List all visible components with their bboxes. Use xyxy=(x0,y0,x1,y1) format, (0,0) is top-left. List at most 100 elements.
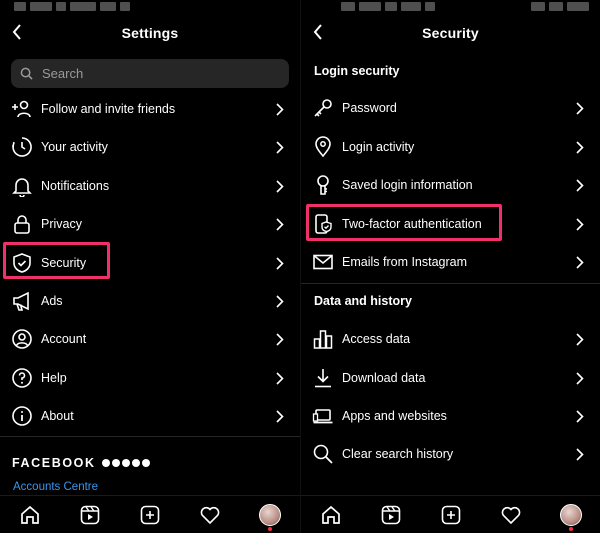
help-icon xyxy=(11,367,33,389)
status-bar xyxy=(301,0,600,14)
notification-dot xyxy=(268,527,272,531)
settings-item-privacy[interactable]: Privacy xyxy=(0,205,300,243)
add-person-icon xyxy=(11,98,33,120)
chevron-right-icon xyxy=(576,332,586,346)
mail-icon xyxy=(312,251,334,273)
megaphone-icon xyxy=(11,290,33,312)
home-icon[interactable] xyxy=(19,504,41,526)
security-item-two-factor[interactable]: Two-factor authentication xyxy=(301,205,600,243)
activity-clock-icon xyxy=(11,136,33,158)
security-item-label: Apps and websites xyxy=(342,409,447,423)
chevron-right-icon xyxy=(576,371,586,385)
shield-icon xyxy=(11,252,33,274)
chevron-right-icon xyxy=(576,255,586,269)
security-item-label: Login activity xyxy=(342,140,415,154)
settings-item-notifications[interactable]: Notifications xyxy=(0,167,300,205)
page-title: Security xyxy=(422,25,479,41)
settings-app-bar: Settings xyxy=(0,14,300,52)
new-post-icon[interactable] xyxy=(440,504,462,526)
security-item-label: Download data xyxy=(342,371,426,385)
page-title: Settings xyxy=(121,25,179,41)
download-icon xyxy=(312,367,334,389)
chevron-right-icon xyxy=(576,409,586,423)
new-post-icon[interactable] xyxy=(139,504,161,526)
profile-tab[interactable] xyxy=(560,504,582,531)
settings-item-your-activity[interactable]: Your activity xyxy=(0,128,300,166)
meta-apps-icons xyxy=(101,459,150,467)
settings-item-label: Help xyxy=(41,371,67,385)
security-item-apps-websites[interactable]: Apps and websites xyxy=(301,397,600,435)
heart-icon[interactable] xyxy=(500,504,522,526)
settings-item-label: Privacy xyxy=(41,217,82,231)
settings-item-account[interactable]: Account xyxy=(0,320,300,358)
settings-item-label: Notifications xyxy=(41,179,110,193)
settings-item-help[interactable]: Help xyxy=(0,359,300,397)
settings-item-label: Account xyxy=(41,332,87,346)
search-placeholder: Search xyxy=(42,66,84,81)
heart-icon[interactable] xyxy=(199,504,221,526)
settings-item-label: Security xyxy=(41,256,87,270)
divider xyxy=(0,436,300,437)
settings-item-label: Your activity xyxy=(41,140,108,154)
security-item-label: Access data xyxy=(342,332,411,346)
settings-screen: Settings Search Follow and invite friend… xyxy=(0,0,300,533)
security-item-emails[interactable]: Emails from Instagram xyxy=(301,243,600,281)
settings-item-label: About xyxy=(41,409,74,423)
security-screen: Security Login security Password Login a… xyxy=(300,0,600,533)
user-circle-icon xyxy=(11,328,33,350)
chevron-right-icon xyxy=(276,140,286,154)
search-icon xyxy=(20,67,33,80)
security-item-clear-search[interactable]: Clear search history xyxy=(301,435,600,473)
avatar xyxy=(259,504,281,526)
settings-item-follow-invite[interactable]: Follow and invite friends xyxy=(0,90,300,128)
security-item-label: Saved login information xyxy=(342,178,473,192)
bottom-tab-bar xyxy=(0,495,300,533)
security-item-label: Two-factor authentication xyxy=(342,217,482,231)
chevron-right-icon xyxy=(276,409,286,423)
laptop-icon xyxy=(312,405,334,427)
security-item-login-activity[interactable]: Login activity xyxy=(301,128,600,166)
settings-item-label: Ads xyxy=(41,294,63,308)
section-header-login-security: Login security xyxy=(314,64,400,78)
security-item-access-data[interactable]: Access data xyxy=(301,320,600,358)
bottom-tab-bar xyxy=(301,495,600,533)
chevron-right-icon xyxy=(576,178,586,192)
security-item-download-data[interactable]: Download data xyxy=(301,359,600,397)
info-icon xyxy=(11,405,33,427)
chevron-right-icon xyxy=(276,332,286,346)
chevron-right-icon xyxy=(276,371,286,385)
security-item-label: Password xyxy=(342,101,397,115)
section-header-data-history: Data and history xyxy=(314,294,412,308)
avatar xyxy=(560,504,582,526)
chevron-right-icon xyxy=(276,256,286,270)
location-pin-icon xyxy=(312,136,334,158)
accounts-centre-link[interactable]: Accounts Centre xyxy=(13,481,98,493)
settings-item-about[interactable]: About xyxy=(0,397,300,435)
chevron-right-icon xyxy=(276,102,286,116)
keyhole-icon xyxy=(312,174,334,196)
bar-chart-icon xyxy=(312,328,334,350)
reels-icon[interactable] xyxy=(79,504,101,526)
chevron-right-icon xyxy=(276,294,286,308)
security-item-label: Clear search history xyxy=(342,447,454,461)
chevron-right-icon xyxy=(276,179,286,193)
chevron-right-icon xyxy=(276,217,286,231)
chevron-right-icon xyxy=(576,140,586,154)
notification-dot xyxy=(569,527,573,531)
settings-item-label: Follow and invite friends xyxy=(41,102,176,116)
security-item-password[interactable]: Password xyxy=(301,89,600,127)
search-icon xyxy=(312,443,334,465)
security-item-saved-login[interactable]: Saved login information xyxy=(301,166,600,204)
divider xyxy=(301,283,600,284)
settings-item-ads[interactable]: Ads xyxy=(0,282,300,320)
bell-icon xyxy=(11,175,33,197)
reels-icon[interactable] xyxy=(380,504,402,526)
chevron-right-icon xyxy=(576,217,586,231)
facebook-wordmark: FACEBOOK xyxy=(12,456,96,470)
search-input[interactable]: Search xyxy=(11,59,289,88)
chevron-right-icon xyxy=(576,447,586,461)
settings-item-security[interactable]: Security xyxy=(0,244,300,282)
home-icon[interactable] xyxy=(320,504,342,526)
chevron-right-icon xyxy=(576,101,586,115)
profile-tab[interactable] xyxy=(259,504,281,531)
